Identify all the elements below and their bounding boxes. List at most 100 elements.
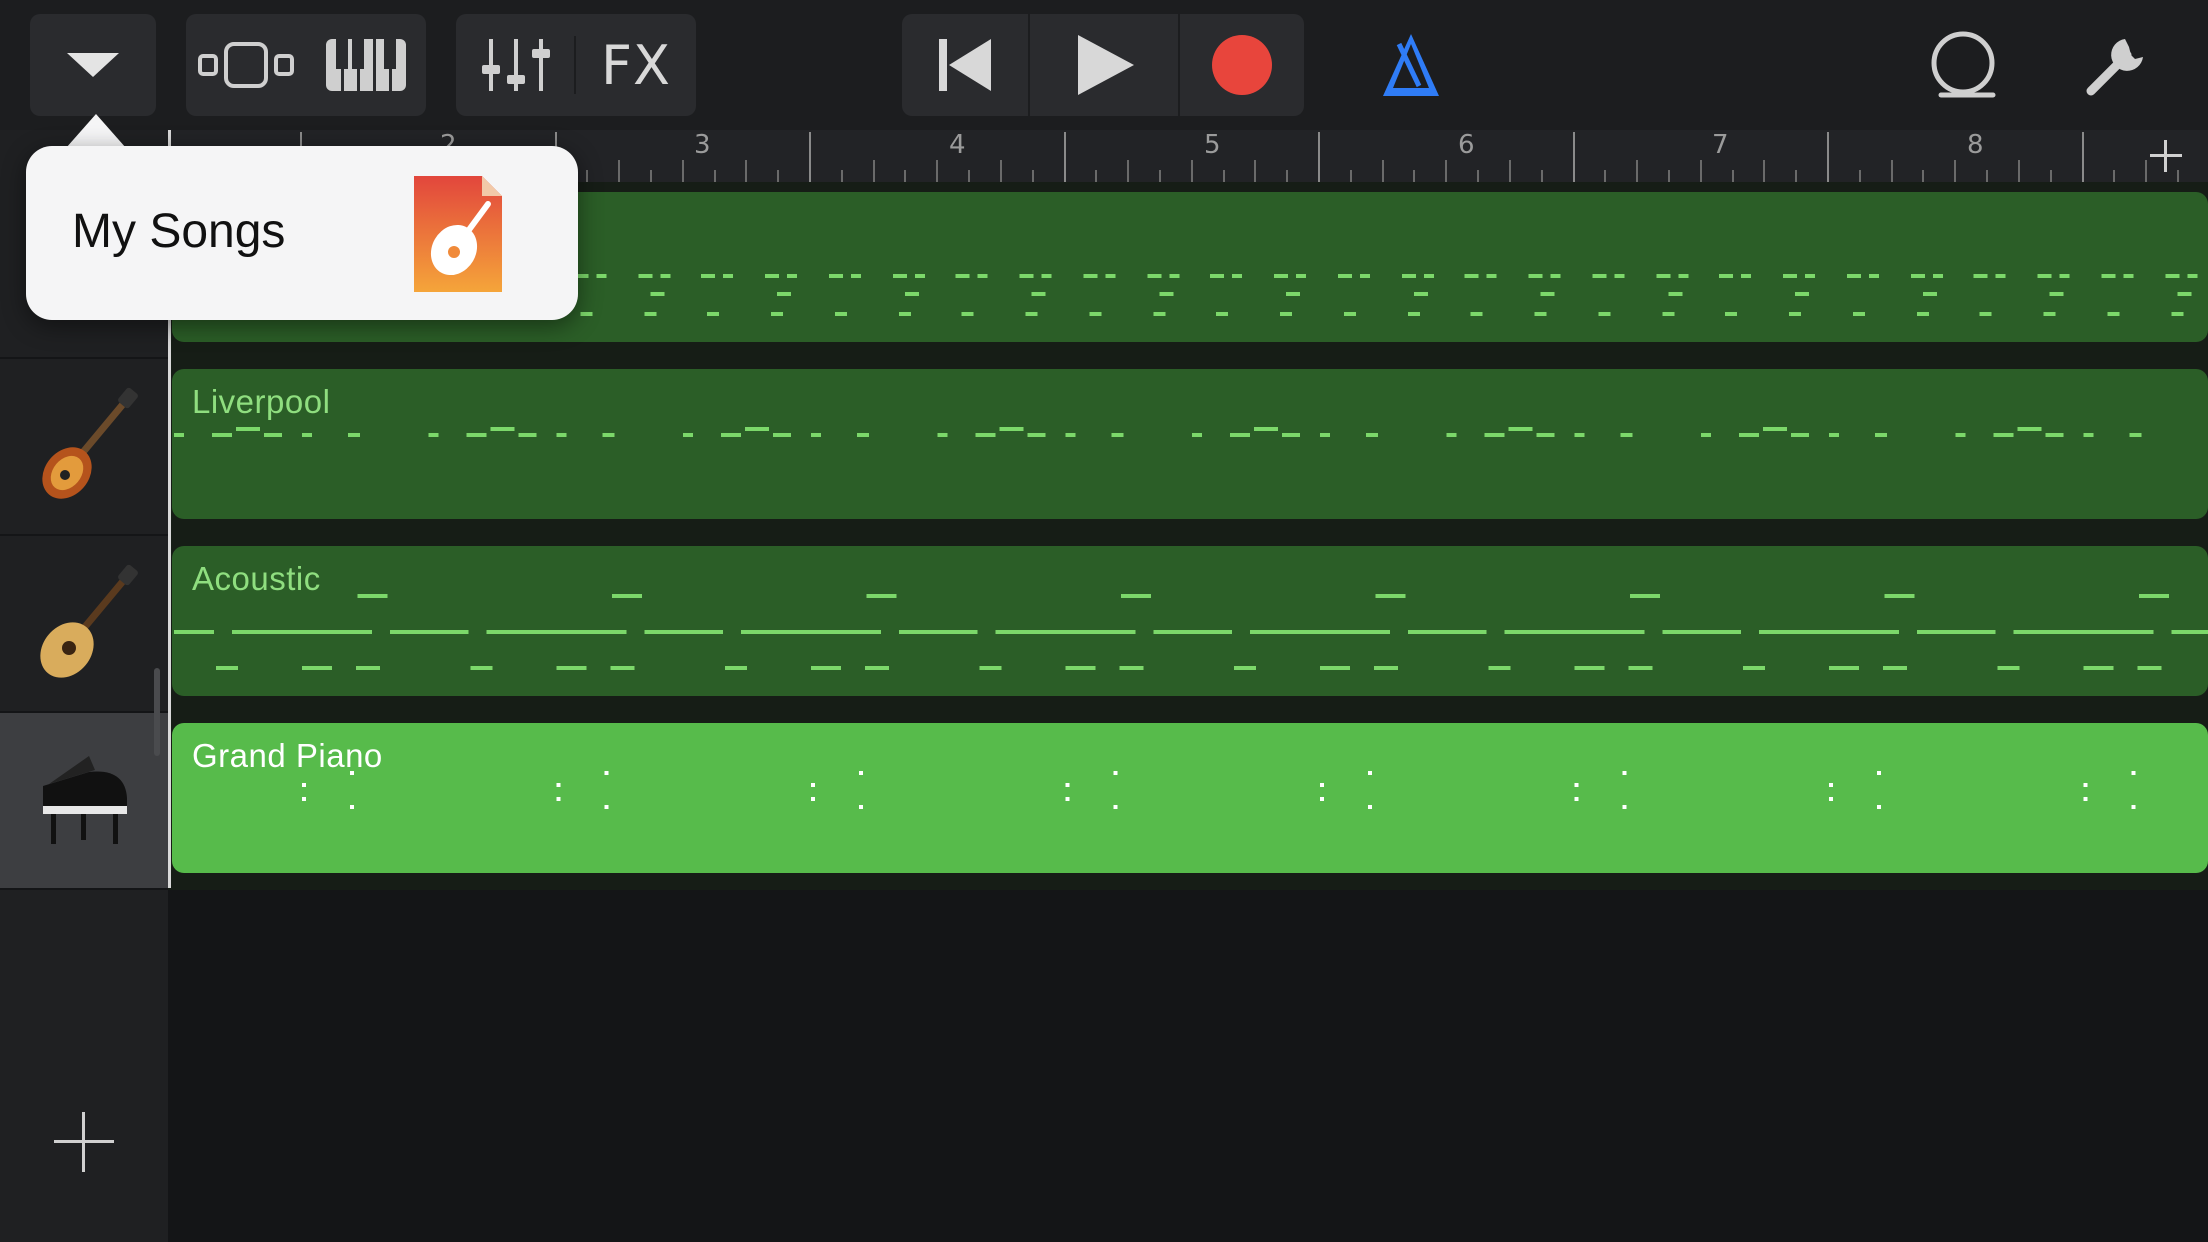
midi-note xyxy=(1668,292,1683,296)
track-header-liverpool[interactable] xyxy=(0,359,168,536)
midi-note xyxy=(1320,783,1324,787)
midi-note xyxy=(174,433,184,437)
midi-note xyxy=(1408,312,1420,316)
bar-number: 6 xyxy=(1458,130,1475,160)
midi-note xyxy=(1424,274,1434,278)
midi-note xyxy=(1280,312,1292,316)
midi-note xyxy=(1877,805,1881,809)
midi-note xyxy=(1374,666,1398,670)
midi-note xyxy=(1743,666,1765,670)
bar-number: 3 xyxy=(694,130,711,160)
transport-controls xyxy=(902,14,1304,116)
ruler-tick xyxy=(586,170,588,182)
midi-note xyxy=(1470,312,1483,316)
midi-note xyxy=(596,274,607,278)
midi-note xyxy=(216,666,238,670)
midi-note xyxy=(2131,805,2136,809)
region-grand-piano[interactable]: Grand Piano xyxy=(172,723,2208,873)
midi-note xyxy=(1083,274,1098,278)
my-songs-button[interactable] xyxy=(30,14,156,116)
ruler-tick xyxy=(1286,170,1288,182)
midi-note xyxy=(1105,274,1116,278)
midi-note xyxy=(2107,312,2120,316)
midi-note xyxy=(829,274,843,278)
midi-note xyxy=(612,594,642,598)
metronome-button[interactable] xyxy=(1366,14,1456,116)
mixer-button[interactable] xyxy=(456,14,576,116)
my-songs-popover[interactable]: My Songs xyxy=(26,146,578,320)
midi-note xyxy=(556,433,567,437)
midi-note xyxy=(2101,274,2116,278)
midi-note xyxy=(1883,666,1907,670)
ruler-tick xyxy=(1032,170,1034,182)
midi-note xyxy=(1955,433,1966,437)
ruler-tick xyxy=(1064,132,1066,182)
midi-note xyxy=(1574,666,1605,670)
lane: Grand Piano xyxy=(168,713,2208,890)
midi-note xyxy=(1540,292,1555,296)
add-section-button[interactable] xyxy=(2124,130,2208,182)
scroll-indicator[interactable] xyxy=(154,668,160,756)
midi-note xyxy=(1159,292,1174,296)
rewind-button[interactable] xyxy=(902,14,1028,116)
midi-note xyxy=(1763,427,1787,431)
bar-number: 7 xyxy=(1712,130,1729,160)
ruler-tick xyxy=(1477,170,1479,182)
midi-note xyxy=(644,312,657,316)
ruler-tick xyxy=(904,170,906,182)
ruler-tick xyxy=(841,170,843,182)
ruler-tick xyxy=(1191,160,1193,182)
ruler-tick xyxy=(1732,170,1734,182)
midi-note xyxy=(650,292,665,296)
add-track-button[interactable] xyxy=(42,1100,126,1184)
midi-note xyxy=(999,427,1024,431)
midi-note xyxy=(1847,274,1861,278)
midi-note xyxy=(975,433,996,437)
midi-note xyxy=(1789,312,1801,316)
tracks-view-button[interactable] xyxy=(186,14,306,116)
midi-note xyxy=(638,274,653,278)
play-button[interactable] xyxy=(1030,14,1178,116)
midi-note xyxy=(937,630,978,634)
region-acoustic[interactable]: Acoustic xyxy=(172,546,2208,696)
rewind-icon xyxy=(939,39,991,91)
record-button[interactable] xyxy=(1180,14,1304,116)
midi-note xyxy=(1923,292,1937,296)
midi-note xyxy=(1119,666,1144,670)
track-header-grand-piano[interactable] xyxy=(0,713,168,890)
midi-note xyxy=(604,805,609,809)
midi-note xyxy=(348,433,360,437)
midi-note xyxy=(2187,274,2198,278)
midi-note xyxy=(723,274,733,278)
my-songs-label: My Songs xyxy=(72,205,286,258)
midi-note xyxy=(893,274,907,278)
ruler-tick xyxy=(1668,170,1670,182)
midi-note xyxy=(610,666,635,670)
loop-button[interactable] xyxy=(1918,14,2008,116)
midi-note xyxy=(725,666,747,670)
midi-note xyxy=(777,292,791,296)
fx-button[interactable]: FX xyxy=(576,14,696,116)
midi-note xyxy=(2171,630,2208,634)
midi-note xyxy=(1027,433,1046,437)
midi-note xyxy=(556,797,561,801)
midi-note xyxy=(1147,274,1162,278)
midi-note xyxy=(1488,666,1511,670)
midi-note xyxy=(1089,312,1102,316)
region-liverpool[interactable]: Liverpool xyxy=(172,369,2208,519)
midi-note xyxy=(1320,797,1324,801)
midi-note xyxy=(2129,433,2142,437)
keyboard-button[interactable] xyxy=(306,14,426,116)
midi-note xyxy=(1508,427,1533,431)
midi-note xyxy=(787,274,797,278)
midi-note xyxy=(1113,805,1118,809)
settings-button[interactable] xyxy=(2072,14,2162,116)
ruler-tick xyxy=(1891,160,1893,182)
midi-note xyxy=(302,666,332,670)
midi-note xyxy=(683,433,693,437)
midi-note xyxy=(660,274,671,278)
midi-note xyxy=(1282,433,1300,437)
ruler-tick xyxy=(1954,160,1956,182)
midi-note xyxy=(1192,433,1202,437)
track-header-acoustic[interactable] xyxy=(0,536,168,713)
